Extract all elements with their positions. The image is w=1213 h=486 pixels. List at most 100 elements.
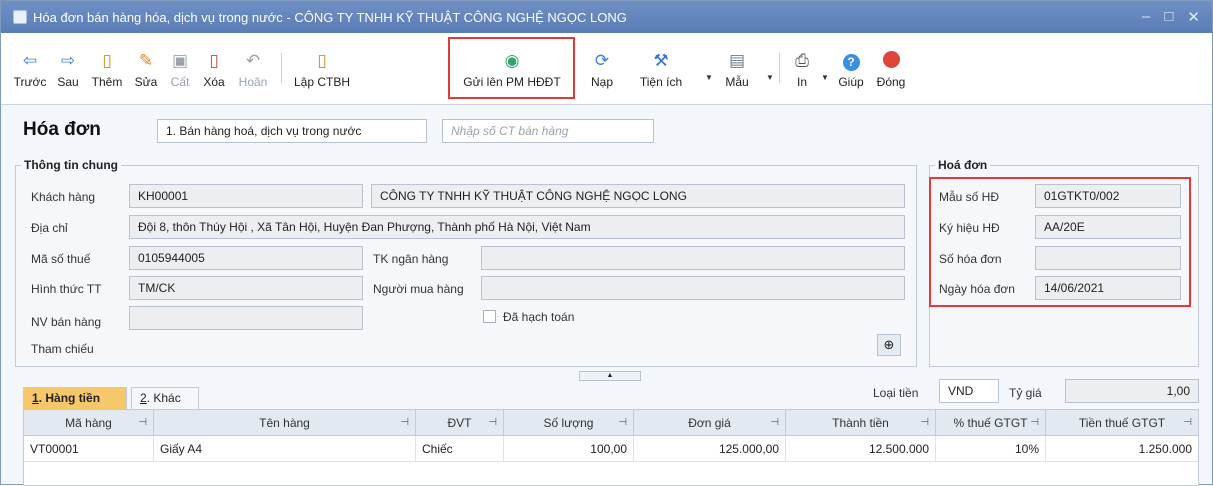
pin-icon[interactable]: ⊣ [138,410,147,436]
print-dropdown-icon[interactable]: ▼ [821,73,829,82]
grid-header: Mã hàng ⊣ Tên hàng ⊣ ĐVT ⊣ Số lượng ⊣ Đơn gi… [24,410,1198,436]
invoice-window: Hóa đơn bán hàng hóa, dịch vụ trong nước… [0,0,1213,486]
close-window-button[interactable]: ✕ [1187,8,1200,26]
help-button[interactable]: ? Giúp [833,39,869,99]
close-circle-icon [880,51,902,71]
tools-icon: ⚒ [653,51,669,70]
column-header[interactable]: Tiền thuế GTGT ⊣ [1046,410,1198,436]
help-icon: ? [840,51,862,71]
cell-vat-amount[interactable]: 1.250.000 [1046,436,1198,462]
tax-code-input[interactable]: 0105944005 [129,246,363,270]
reference-label: Tham chiếu [31,342,94,356]
pin-icon[interactable]: ⊣ [920,410,929,436]
tab-goods-money[interactable]: 1. Hàng tiền [23,387,127,409]
title-bar: Hóa đơn bán hàng hóa, dịch vụ trong nước… [1,1,1212,33]
printer-icon: ⎙ [795,51,809,70]
address-input[interactable]: Đội 8, thôn Thúy Hội , Xã Tân Hội, Huyện… [129,215,905,239]
create-sales-doc-button[interactable]: ▯ Lập CTBH [291,39,353,99]
pin-icon[interactable]: ⊣ [1030,410,1039,436]
cell-quantity[interactable]: 100,00 [504,436,634,462]
pin-icon[interactable]: ⊣ [770,410,779,436]
column-header[interactable]: Thành tiền ⊣ [786,410,936,436]
print-button[interactable]: ⎙ In [787,39,817,99]
invoice-type-select[interactable]: 1. Bán hàng hoá, dịch vụ trong nước [157,119,427,143]
pin-icon[interactable]: ⊣ [618,410,627,436]
pin-icon[interactable]: ⊣ [488,410,497,436]
payment-method-input[interactable]: TM/CK [129,276,363,300]
cell-unit-price[interactable]: 125.000,00 [634,436,786,462]
buyer-input[interactable] [481,276,905,300]
bank-account-input[interactable] [481,246,905,270]
utilities-dropdown-icon[interactable]: ▼ [705,73,713,82]
items-grid: Mã hàng ⊣ Tên hàng ⊣ ĐVT ⊣ Số lượng ⊣ Đơn gi… [23,409,1199,486]
close-button[interactable]: Đóng [873,39,909,99]
save-button[interactable]: ▣ Cất [165,39,195,99]
page-title: Hóa đơn [23,119,101,140]
edit-document-icon: ✎ [138,51,154,70]
edit-button[interactable]: ✎ Sửa [129,39,163,99]
add-button[interactable]: ▯ Thêm [87,39,127,99]
customer-label: Khách hàng [31,190,96,204]
column-header[interactable]: ĐVT ⊣ [416,410,504,436]
cell-item-code[interactable]: VT00001 [24,436,154,462]
exchange-rate-label: Tỷ giá [1009,386,1042,400]
template-dropdown-icon[interactable]: ▼ [766,73,774,82]
zoom-button[interactable]: ⊕ [877,334,901,356]
cell-item-name[interactable]: Giấy A4 [154,436,416,462]
window-controls: – □ ✕ [1142,8,1200,26]
sales-staff-label: NV bán hàng [31,315,102,329]
posted-checkbox[interactable] [483,310,496,323]
sales-staff-input[interactable] [129,306,363,330]
currency-select[interactable]: VND [939,379,999,403]
create-document-icon: ▯ [317,51,327,70]
column-header[interactable]: Số lượng ⊣ [504,410,634,436]
collapse-handle[interactable]: ▲ [579,371,641,381]
column-header[interactable]: % thuế GTGT ⊣ [936,410,1046,436]
prev-button[interactable]: ⇦ Trước [11,39,49,99]
general-info-title: Thông tin chung [21,158,121,172]
template-icon: ▤ [728,51,746,70]
cell-unit[interactable]: Chiếc [416,436,504,462]
cell-amount[interactable]: 12.500.000 [786,436,936,462]
magnifier-icon: ⊕ [883,337,895,352]
cell-vat-rate[interactable]: 10% [936,436,1046,462]
reload-icon: ⟳ [594,51,610,70]
tax-code-label: Mã số thuế [31,252,91,266]
next-button[interactable]: ⇨ Sau [51,39,85,99]
postpone-button[interactable]: ↶ Hoãn [233,39,273,99]
invoice-info-highlight [929,177,1191,307]
column-header[interactable]: Mã hàng ⊣ [24,410,154,436]
delete-document-icon: ▯ [209,51,219,70]
tab-other[interactable]: 2. Khác [131,387,199,409]
customer-code-input[interactable]: KH00001 [129,184,363,208]
reload-button[interactable]: ⟳ Nạp [587,39,617,99]
posted-label: Đã hạch toán [503,310,575,324]
maximize-button[interactable]: □ [1164,8,1173,26]
sales-doc-number-input[interactable]: Nhập số CT bán hàng [442,119,654,143]
new-document-icon: ▯ [102,51,112,70]
pin-icon[interactable]: ⊣ [400,410,409,436]
customer-name-input[interactable]: CÔNG TY TNHH KỸ THUẬT CÔNG NGHỆ NGỌC LON… [371,184,905,208]
delete-button[interactable]: ▯ Xóa [197,39,231,99]
send-button-highlight [448,37,575,99]
currency-label: Loại tiền [873,386,919,400]
template-button[interactable]: ▤ Mẫu [717,39,757,99]
chevron-up-icon: ▲ [606,372,614,379]
window-title: Hóa đơn bán hàng hóa, dịch vụ trong nước… [33,9,627,25]
toolbar: ⇦ Trước ⇨ Sau ▯ Thêm ✎ Sửa ▣ Cất ▯ Xóa ↶… [1,33,1212,105]
arrow-right-icon: ⇨ [60,51,76,70]
minimize-button[interactable]: – [1142,8,1150,26]
exchange-rate-input[interactable]: 1,00 [1065,379,1199,403]
column-header[interactable]: Tên hàng ⊣ [154,410,416,436]
address-label: Địa chỉ [31,221,68,235]
toolbar-separator [281,53,282,83]
column-header[interactable]: Đơn giá ⊣ [634,410,786,436]
undo-icon: ↶ [245,51,261,70]
buyer-label: Người mua hàng [373,282,464,296]
toolbar-separator [779,53,780,83]
pin-icon[interactable]: ⊣ [1183,410,1192,436]
arrow-left-icon: ⇦ [22,51,38,70]
utilities-button[interactable]: ⚒ Tiện ích [633,39,689,99]
app-icon [13,10,27,24]
invoice-info-title: Hoá đơn [935,158,991,172]
